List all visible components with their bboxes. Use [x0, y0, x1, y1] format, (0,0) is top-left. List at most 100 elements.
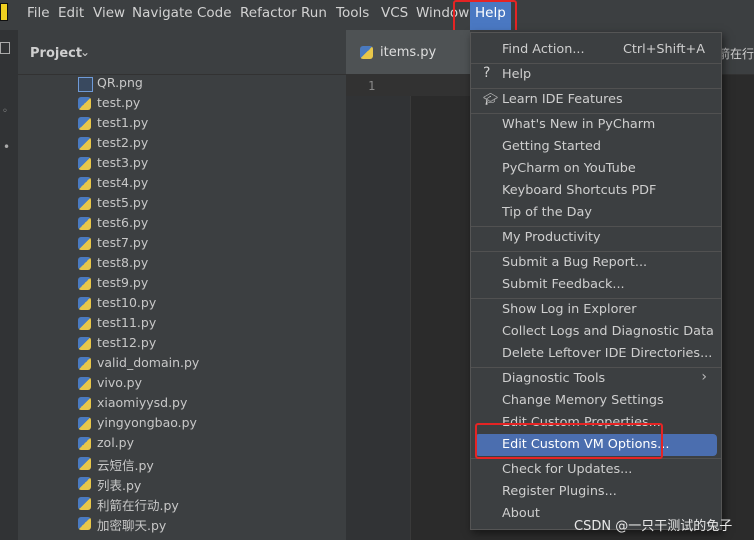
tree-file-label: xiaomiyysd.py [97, 395, 188, 410]
python-file-icon [78, 237, 91, 250]
tree-file-label: test9.py [97, 275, 149, 290]
tree-file-label: test11.py [97, 315, 157, 330]
menu-item-collect-logs[interactable]: Collect Logs and Diagnostic Data [471, 321, 721, 343]
current-line-highlight [346, 74, 470, 96]
menu-item-label: Keyboard Shortcuts PDF [502, 183, 657, 198]
project-pane: Project ⌄ QR.png test.py test1.py test2.py t… [18, 30, 362, 540]
menu-item-whats-new[interactable]: What's New in PyCharm [471, 114, 721, 136]
menu-item-label: About [502, 506, 540, 521]
tree-file-label: test7.py [97, 235, 149, 250]
menu-item-label: Submit Feedback... [502, 277, 625, 292]
tree-file-label: test8.py [97, 255, 149, 270]
line-number: 1 [368, 79, 376, 93]
python-file-icon [78, 197, 91, 210]
python-file-icon [78, 157, 91, 170]
menu-item-check-updates[interactable]: Check for Updates... [471, 459, 721, 481]
chevron-down-icon[interactable]: ⌄ [80, 45, 90, 59]
python-file-icon [78, 117, 91, 130]
python-file-icon [78, 497, 91, 510]
menu-item-bug-report[interactable]: Submit a Bug Report... [471, 252, 721, 274]
python-file-icon [78, 437, 91, 450]
menu-item-show-log[interactable]: Show Log in Explorer [471, 299, 721, 321]
menu-tools[interactable]: Tools [336, 5, 369, 21]
menu-item-memory-settings[interactable]: Change Memory Settings [471, 390, 721, 412]
tab-partial-label[interactable]: 箭在行 [718, 45, 754, 62]
menu-item-productivity[interactable]: My Productivity [471, 227, 721, 249]
menu-item-label: Getting Started [502, 139, 601, 154]
menu-edit[interactable]: Edit [58, 5, 84, 21]
menu-code[interactable]: Code [197, 5, 232, 21]
menu-item-getting-started[interactable]: Getting Started [471, 136, 721, 158]
tree-file-label: test1.py [97, 115, 149, 130]
menu-item-label: Collect Logs and Diagnostic Data [502, 324, 714, 339]
tree-file-label: 利箭在行动.py [97, 498, 179, 513]
tool-window-strip: ◦ • [0, 30, 19, 540]
python-file-icon [78, 297, 91, 310]
menu-item-help[interactable]: ? Help [471, 64, 721, 86]
tree-file-label: test4.py [97, 175, 149, 190]
chevron-right-icon: › [701, 369, 707, 385]
tree-file-label: test10.py [97, 295, 157, 310]
menu-item-shortcuts-pdf[interactable]: Keyboard Shortcuts PDF [471, 180, 721, 202]
menu-item-feedback[interactable]: Submit Feedback... [471, 274, 721, 296]
tree-file-label: test5.py [97, 195, 149, 210]
structure-tool-icon[interactable]: ◦ [2, 106, 8, 117]
menu-item-diagnostic-tools[interactable]: Diagnostic Tools › [471, 368, 721, 390]
tree-file-label: valid_domain.py [97, 355, 200, 370]
python-file-icon [78, 257, 91, 270]
menu-vcs[interactable]: VCS [381, 5, 408, 21]
watermark: CSDN @一只干测试的兔子 [574, 519, 733, 534]
menu-item-delete-leftover[interactable]: Delete Leftover IDE Directories... [471, 343, 721, 365]
menu-navigate[interactable]: Navigate [132, 5, 193, 21]
menu-item-learn[interactable]: 🎓︎ Learn IDE Features [471, 89, 721, 111]
menu-item-label: Change Memory Settings [502, 393, 664, 408]
tree-file-label: yingyongbao.py [97, 415, 197, 430]
tree-file-label: QR.png [97, 75, 143, 90]
menu-item-label: Help [502, 67, 532, 82]
image-file-icon [78, 77, 93, 92]
python-file-icon [360, 46, 373, 59]
python-file-icon [78, 337, 91, 350]
menu-item-label: Learn IDE Features [502, 92, 623, 107]
editor-gutter [346, 74, 411, 540]
tree-file-label: 云短信.py [97, 458, 154, 473]
python-file-icon [78, 397, 91, 410]
tab-items-py[interactable]: items.py [346, 30, 470, 74]
menu-item-label: Check for Updates... [502, 462, 633, 477]
menu-item-label: Register Plugins... [502, 484, 617, 499]
python-file-icon [78, 317, 91, 330]
python-file-icon [78, 377, 91, 390]
menu-run[interactable]: Run [301, 5, 327, 21]
menu-item-label: Find Action... [502, 42, 585, 57]
menu-item-label: Diagnostic Tools [502, 371, 606, 386]
menu-item-register-plugins[interactable]: Register Plugins... [471, 481, 721, 503]
tab-label: items.py [380, 45, 437, 60]
vm-options-highlight-box [475, 423, 663, 459]
project-title[interactable]: Project [30, 46, 82, 61]
project-tool-icon[interactable] [0, 42, 10, 54]
python-file-icon [78, 137, 91, 150]
menu-file[interactable]: File [27, 5, 50, 21]
tree-file-label: zol.py [97, 435, 134, 450]
menu-refactor[interactable]: Refactor [240, 5, 297, 21]
menu-item-label: What's New in PyCharm [502, 117, 656, 132]
menu-item-find-action[interactable]: Find Action... Ctrl+Shift+A [471, 39, 721, 61]
menu-item-label: My Productivity [502, 230, 601, 245]
tree-file-label: vivo.py [97, 375, 143, 390]
tree-file-label: 加密聊天.py [97, 518, 167, 533]
favorites-tool-icon[interactable]: • [3, 140, 10, 154]
python-file-icon [78, 417, 91, 430]
tree-file-label: test6.py [97, 215, 149, 230]
menu-item-label: PyCharm on YouTube [502, 161, 636, 176]
python-file-icon [78, 357, 91, 370]
menu-item-youtube[interactable]: PyCharm on YouTube [471, 158, 721, 180]
menu-bar: File Edit View Navigate Code Refactor Ru… [0, 0, 754, 30]
menu-item-tip[interactable]: Tip of the Day [471, 202, 721, 224]
menu-item-label: Delete Leftover IDE Directories... [502, 346, 713, 361]
tree-file-label: test2.py [97, 135, 149, 150]
menu-view[interactable]: View [93, 5, 125, 21]
app-logo-icon [0, 3, 8, 21]
python-file-icon [78, 457, 91, 470]
tree-file-label: test3.py [97, 155, 149, 170]
menu-item-label: Tip of the Day [502, 205, 592, 220]
